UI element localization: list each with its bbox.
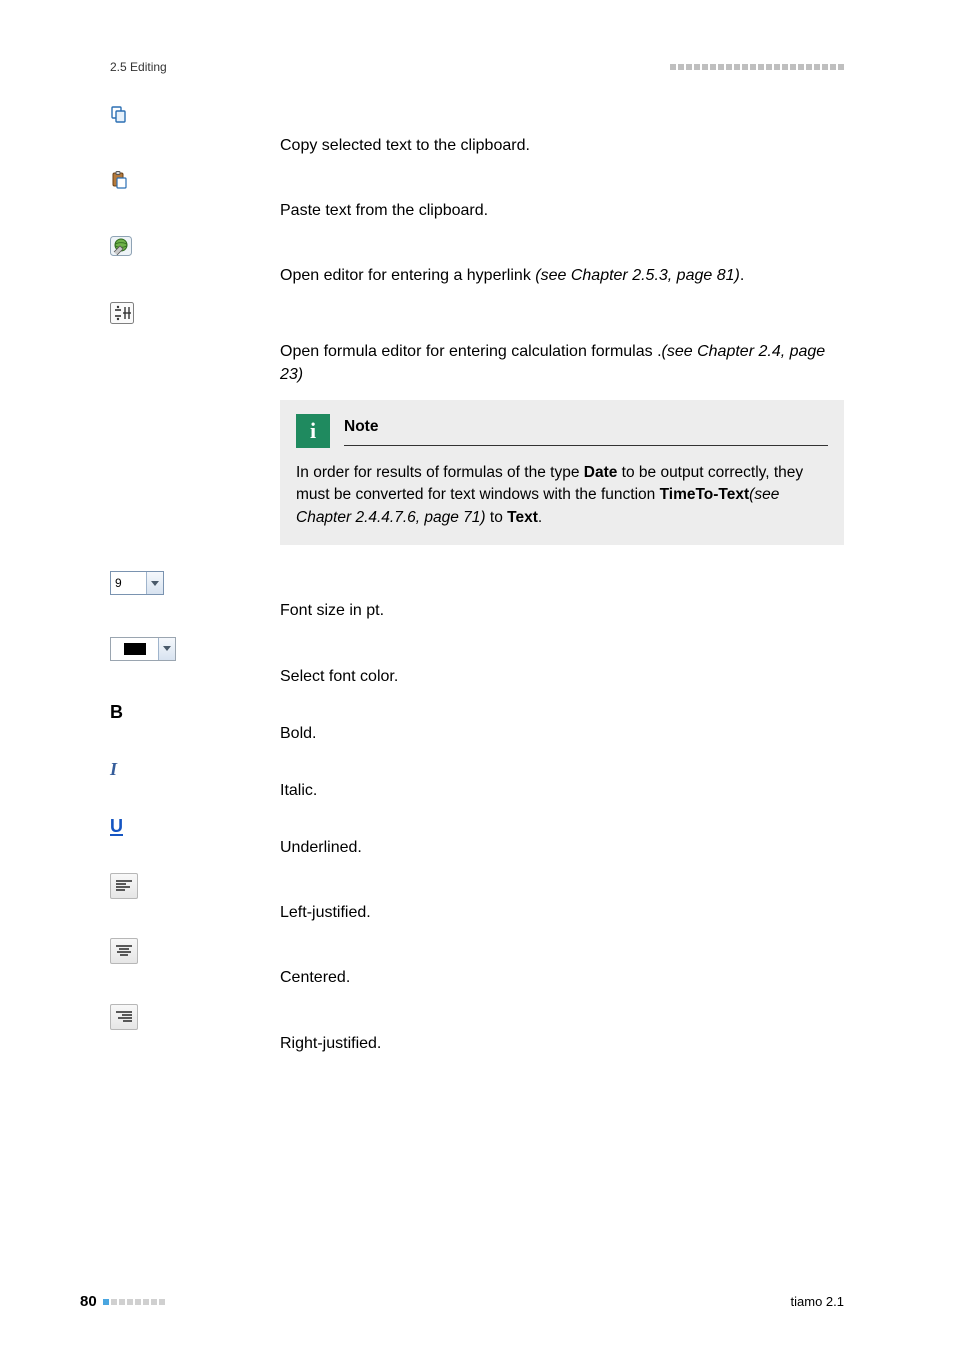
bold-description: Bold. <box>280 700 844 751</box>
hyperlink-description: Open editor for entering a hyperlink (se… <box>280 234 844 293</box>
font-size-description: Font size in pt. <box>280 569 844 628</box>
underline-description: Underlined. <box>280 814 844 865</box>
hyperlink-icon <box>110 236 132 256</box>
page-number: 80 <box>80 1293 97 1310</box>
underline-icon: U <box>110 816 123 836</box>
align-left-description: Left-justified. <box>280 871 844 930</box>
note-text-pre: In order for results of formulas of the … <box>296 464 584 481</box>
header-ornament <box>670 64 844 70</box>
copy-icon <box>110 106 128 124</box>
note-title: Note <box>344 416 828 445</box>
paste-icon <box>110 171 128 189</box>
align-center-icon <box>110 938 138 964</box>
align-left-icon <box>110 873 138 899</box>
formula-icon <box>110 302 134 324</box>
note-text-date: Date <box>584 464 618 481</box>
hyperlink-desc-pre: Open editor for entering a hyperlink <box>280 267 535 284</box>
paste-description: Paste text from the clipboard. <box>280 169 844 228</box>
color-swatch <box>124 643 146 655</box>
italic-icon: I <box>110 759 117 779</box>
note-text-post: . <box>538 509 542 526</box>
font-size-select[interactable]: 9 <box>110 571 164 595</box>
note-text-text: Text <box>507 509 538 526</box>
note-text-mid2: to <box>486 509 508 526</box>
align-right-icon <box>110 1004 138 1030</box>
font-color-description: Select font color. <box>280 635 844 694</box>
product-name: tiamo 2.1 <box>791 1294 844 1309</box>
section-header: 2.5 Editing <box>110 60 167 74</box>
note-text-timetotext: TimeTo-Text <box>660 486 750 503</box>
footer-ornament <box>103 1299 165 1305</box>
align-right-description: Right-justified. <box>280 1002 844 1061</box>
font-color-select[interactable] <box>110 637 176 661</box>
hyperlink-desc-post: . <box>740 267 744 284</box>
note-body: In order for results of formulas of the … <box>296 462 828 529</box>
hyperlink-ref: (see Chapter 2.5.3, page 81) <box>535 267 740 284</box>
chevron-down-icon[interactable] <box>158 638 175 660</box>
note-box: i Note In order for results of formulas … <box>280 400 844 545</box>
chevron-down-icon[interactable] <box>146 572 163 594</box>
formula-desc-pre: Open formula editor for entering calcula… <box>280 343 662 360</box>
bold-icon: B <box>110 702 123 722</box>
italic-description: Italic. <box>280 757 844 808</box>
info-icon: i <box>296 414 330 448</box>
align-center-description: Centered. <box>280 936 844 995</box>
font-size-value: 9 <box>111 572 146 594</box>
formula-description: Open formula editor for entering calcula… <box>280 340 844 386</box>
copy-description: Copy selected text to the clipboard. <box>280 104 844 163</box>
